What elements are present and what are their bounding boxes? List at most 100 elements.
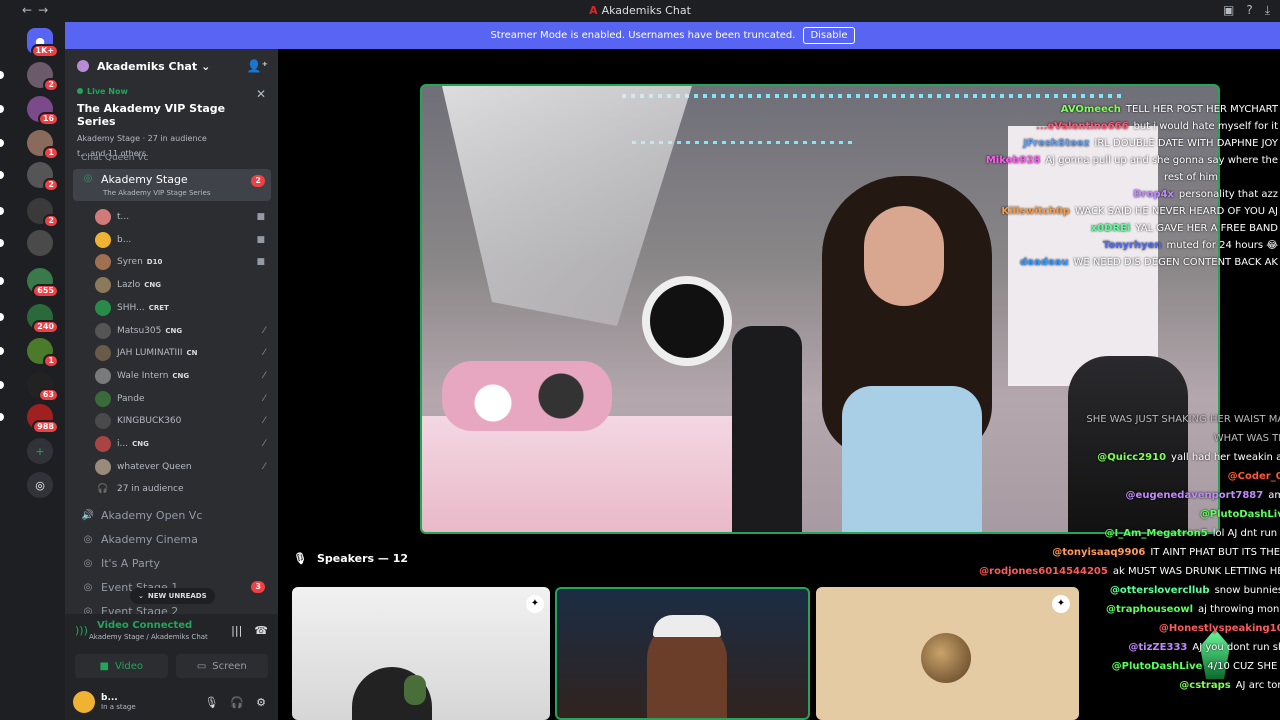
member-tag: CNG [132, 440, 149, 448]
voice-connection-panel: ))) Video Connected Akademy Stage / Akad… [65, 614, 278, 684]
avatar [95, 390, 111, 407]
channel-name: It's A Party [101, 556, 161, 570]
speaker-icon: 🔊 [81, 509, 95, 521]
avatar [95, 367, 111, 384]
gear-icon[interactable]: ⚙ [256, 696, 266, 709]
chat-username: Tonyrhyen [1103, 240, 1162, 251]
channel-subtitle: The Akademy VIP Stage Series [103, 189, 211, 197]
stage-member[interactable]: Pande ⁄ [95, 389, 271, 409]
mic-muted-icon: ⁄ [263, 370, 265, 381]
mic-muted-icon: ⁄ [263, 416, 265, 427]
sidebar-item-previous[interactable]: Chat Queen Vc [73, 153, 271, 163]
window-controls: ▣ ? ⤓ [1223, 3, 1270, 18]
mic-muted-icon: ⁄ [263, 325, 265, 336]
member-tag: CNG [165, 326, 183, 335]
server-icon[interactable]: 2 [27, 62, 59, 92]
new-unreads-pill[interactable]: ⌄ NEW UNREADS [130, 588, 215, 604]
disconnect-icon[interactable]: ☎ [254, 624, 268, 637]
server-icon[interactable]: 240 [27, 304, 59, 334]
server-icon[interactable]: 988 [27, 404, 59, 434]
invite-people-icon[interactable]: 👤⁺ [247, 59, 268, 73]
server-icon[interactable]: 16 [27, 96, 59, 126]
stage-member[interactable]: Syren D10 ■ [95, 252, 271, 272]
unread-pill [0, 139, 4, 147]
member-name: i... [117, 439, 129, 449]
user-status: In a stage [101, 703, 136, 711]
chat-username: @PlutoDashLive [1199, 509, 1280, 520]
mirror [642, 276, 732, 366]
inbox-icon[interactable]: ▣ [1223, 3, 1234, 18]
stage-member[interactable]: SHH... CRET [95, 298, 271, 318]
server-icon[interactable]: 2 [27, 162, 59, 192]
member-tag: D10 [146, 258, 163, 267]
video-button[interactable]: ■ Video [75, 654, 168, 678]
chat-username: @tizZE333 [1128, 642, 1188, 653]
headphones-icon[interactable]: 🎧 [230, 696, 244, 709]
stage-member[interactable]: b... ■ [95, 230, 271, 250]
stage-member[interactable]: Matsu305 CNG ⁄ [95, 321, 271, 341]
chat-text: WACK SAID HE NEVER HEARD OF YOU AJ [1074, 206, 1278, 217]
sidebar-item-channel[interactable]: ◎ Akademy Cinema [73, 528, 271, 550]
chat-message: Drop4x personality that azz [1133, 189, 1278, 200]
member-name: Lazlo [117, 280, 141, 291]
speaker-tile[interactable] [555, 587, 810, 720]
mic-muted-icon: ⁄ [263, 439, 265, 449]
chat-text: WE NEED DIS DEGEN CONTENT BACK AK [1073, 257, 1278, 268]
arrow-down-icon: ⌄ [138, 592, 144, 600]
stage-member[interactable]: Lazlo CNG [95, 275, 271, 295]
stage-member[interactable]: JAH LUMINATIII CN ⁄ [95, 343, 271, 363]
stage-member[interactable]: t... ■ [95, 207, 271, 227]
sidebar-item-channel[interactable]: ◎ It's A Party [73, 552, 271, 574]
disable-button[interactable]: Disable [803, 27, 855, 44]
main-video-stream[interactable] [420, 84, 1220, 534]
member-name: SHH... [117, 302, 145, 313]
add-server-icon[interactable]: + [27, 438, 53, 464]
server-icon[interactable] [27, 230, 53, 256]
unread-pill [0, 171, 4, 179]
avatar[interactable] [73, 691, 95, 713]
chat-message: Mikeb928 Aj gonna pull up and she gonna s… [986, 155, 1278, 166]
chat-text: yall had her tweakin acopella [1171, 452, 1280, 463]
guild-header[interactable]: Akademiks Chat ⌄ 👤⁺ [65, 49, 278, 83]
explore-icon[interactable]: ◎ [27, 472, 53, 498]
server-icon[interactable]: ● 1K+ [27, 28, 59, 58]
live-now-card[interactable]: Live Now ✕ The Akademy VIP Stage Series … [65, 87, 278, 158]
channel-sidebar: Akademiks Chat ⌄ 👤⁺ Live Now ✕ The Akade… [65, 49, 278, 720]
noise-suppression-icon[interactable]: ||| [231, 624, 242, 637]
chat-username: @cstraps [1179, 680, 1231, 691]
avatar [95, 277, 111, 294]
server-icon[interactable]: 1 [27, 130, 59, 160]
close-icon[interactable]: ✕ [256, 87, 266, 101]
chat-text: lol AJ dnt run the city [1212, 528, 1280, 539]
member-name: b... [117, 234, 132, 245]
camera-icon: ■ [256, 234, 265, 245]
chat-username: @tonyisaaq9906 [1052, 547, 1146, 558]
screen-share-button[interactable]: ▭ Screen [175, 654, 268, 678]
server-badge: 1K+ [30, 44, 59, 58]
pin-icon[interactable]: ✦ [526, 595, 544, 613]
server-icon[interactable]: 63 [27, 372, 59, 402]
audience-count[interactable]: 🎧 27 in audience [95, 479, 271, 499]
chat-text: snow bunnies foreva [1214, 585, 1280, 596]
download-icon[interactable]: ⤓ [1265, 3, 1270, 18]
stage-member[interactable]: i... CNG ⁄ [95, 434, 271, 454]
microphone-stand [1068, 356, 1188, 532]
member-name: whatever Queen [117, 461, 192, 472]
stage-member[interactable]: KINGBUCK360 ⁄ [95, 411, 271, 431]
chat-username: @I_Am_Megatron5 [1104, 528, 1208, 539]
stage-member[interactable]: Wale Intern CNG ⁄ [95, 366, 271, 386]
avatar [921, 633, 971, 683]
chat-message: @cstraps AJ arc tonight lol [1179, 680, 1280, 691]
speaker-tile[interactable]: ✦ [292, 587, 550, 720]
chevron-down-icon: ⌄ [201, 59, 211, 73]
microphone-icon[interactable]: 🎙 [204, 696, 218, 709]
stage-member[interactable]: whatever Queen ⁄ [95, 457, 271, 477]
server-icon[interactable]: 2 [27, 198, 59, 228]
sidebar-item-akademy-stage[interactable]: ◎ Akademy Stage The Akademy VIP Stage Se… [73, 169, 271, 201]
server-icon[interactable]: 655 [27, 268, 59, 298]
help-icon[interactable]: ? [1246, 3, 1252, 18]
server-icon[interactable]: 1 [27, 338, 59, 368]
mention-badge: 2 [251, 175, 265, 187]
pin-icon[interactable]: ✦ [1052, 595, 1070, 613]
sidebar-item-channel[interactable]: 🔊 Akademy Open Vc [73, 504, 271, 526]
